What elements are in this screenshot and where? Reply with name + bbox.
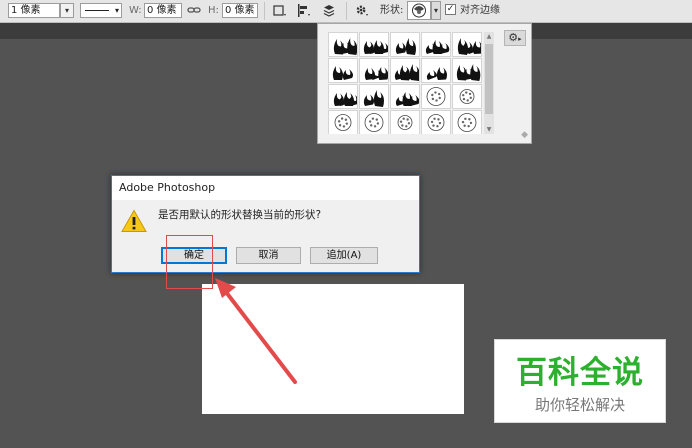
shape-thumbnail[interactable] <box>328 32 358 57</box>
dialog-title: Adobe Photoshop <box>112 176 419 200</box>
append-button[interactable]: 追加(A) <box>310 247 378 264</box>
chevron-down-icon[interactable]: ▾ <box>431 1 441 20</box>
shape-thumbnail[interactable] <box>452 58 482 83</box>
link-dimensions-icon[interactable] <box>187 3 201 18</box>
shape-preview-icon <box>412 3 426 18</box>
chevron-down-icon: ▾ <box>114 6 119 15</box>
height-label: H: <box>208 5 219 16</box>
path-arrangement-icon[interactable] <box>322 3 338 18</box>
ornament-shape-icon <box>334 114 352 131</box>
shape-thumbnail[interactable] <box>390 58 420 83</box>
flame-shape-icon <box>364 67 388 80</box>
flame-shape-icon <box>394 64 419 81</box>
shape-thumbnail[interactable] <box>452 110 482 134</box>
shape-thumbnail[interactable] <box>359 84 389 109</box>
shape-thumbnail[interactable] <box>421 32 451 57</box>
shape-picker-scrollbar[interactable]: ▲ ▼ <box>484 32 494 134</box>
flame-shape-icon <box>333 38 357 55</box>
path-operations-icon[interactable] <box>272 3 288 18</box>
stroke-width-dropdown[interactable]: ▾ <box>60 3 74 18</box>
ornament-shape-icon <box>427 114 445 131</box>
flame-shape-icon <box>363 40 388 54</box>
shape-thumbnail[interactable] <box>421 58 451 83</box>
shape-thumbnail[interactable] <box>328 110 358 134</box>
cancel-button[interactable]: 取消 <box>236 247 301 264</box>
scroll-up-icon[interactable]: ▲ <box>484 32 494 41</box>
chevron-right-icon: ▸ <box>518 35 522 43</box>
shape-thumbnail[interactable] <box>452 84 482 109</box>
stroke-type-dropdown[interactable]: ▾ <box>80 3 122 18</box>
height-field[interactable]: 0 像素 <box>222 3 258 18</box>
ornament-shape-icon <box>364 113 384 132</box>
ornament-shape-icon <box>457 113 477 132</box>
flame-shape-icon <box>425 40 450 54</box>
watermark-subtitle: 助你轻松解决 <box>534 396 625 414</box>
scroll-down-icon[interactable]: ▼ <box>484 125 494 134</box>
ornament-shape-icon <box>459 89 475 104</box>
highlight-box <box>166 235 213 289</box>
ornament-shape-icon <box>397 115 413 130</box>
gear-icon[interactable] <box>354 3 370 18</box>
shape-thumbnail[interactable] <box>421 110 451 134</box>
divider <box>264 2 265 20</box>
flame-shape-icon <box>332 66 353 80</box>
shape-picker-panel: ▲ ▼ ⚙▸ ◆ <box>317 23 532 144</box>
shape-thumbnail[interactable] <box>359 110 389 134</box>
warning-icon <box>121 209 147 233</box>
flame-shape-icon <box>456 64 481 81</box>
shape-preset-dropdown[interactable] <box>407 1 431 20</box>
flame-shape-icon <box>426 67 447 80</box>
flame-shape-icon <box>395 38 416 55</box>
watermark-title: 百科全说 <box>516 355 644 391</box>
watermark-logo: 百科全说 助你轻松解决 <box>494 339 666 423</box>
shape-thumbnail[interactable] <box>359 58 389 83</box>
width-field[interactable]: 0 像素 <box>144 3 182 18</box>
options-bar: 1 像素 ▾ ▾ W: 0 像素 H: 0 像素 形状: ▾ ✓ 对齐边缘 <box>0 0 692 23</box>
shape-thumbnail[interactable] <box>328 84 358 109</box>
shape-thumbnail[interactable] <box>390 110 420 134</box>
resize-grip-icon[interactable]: ◆ <box>521 131 528 140</box>
flame-shape-icon <box>333 92 357 106</box>
picker-settings-button[interactable]: ⚙▸ <box>504 30 526 46</box>
flame-shape-icon <box>457 38 481 55</box>
shape-label: 形状: <box>380 5 404 16</box>
canvas-document[interactable] <box>202 284 464 414</box>
stroke-width-field[interactable]: 1 像素 <box>8 3 60 18</box>
gear-icon: ⚙ <box>508 31 519 44</box>
stroke-line-preview <box>85 10 109 11</box>
confirm-dialog: Adobe Photoshop 是否用默认的形状替换当前的形状? 确定 取消 追… <box>111 175 420 273</box>
shape-thumbnail[interactable] <box>390 84 420 109</box>
shape-thumbnail[interactable] <box>390 32 420 57</box>
shape-thumbnail[interactable] <box>452 32 482 57</box>
width-label: W: <box>129 5 142 16</box>
scroll-thumb[interactable] <box>485 44 493 114</box>
shape-thumbnail[interactable] <box>359 32 389 57</box>
flame-shape-icon <box>363 90 384 107</box>
path-alignment-icon[interactable] <box>296 3 312 18</box>
shape-thumbnail[interactable] <box>421 84 451 109</box>
flame-shape-icon <box>395 92 419 106</box>
divider <box>346 2 347 20</box>
shape-grid <box>328 32 482 134</box>
ornament-shape-icon <box>426 87 446 106</box>
align-edges-label: 对齐边缘 <box>460 5 500 16</box>
align-edges-checkbox[interactable]: ✓ <box>445 4 456 15</box>
shape-thumbnail[interactable] <box>328 58 358 83</box>
dialog-message: 是否用默认的形状替换当前的形状? <box>158 209 322 221</box>
